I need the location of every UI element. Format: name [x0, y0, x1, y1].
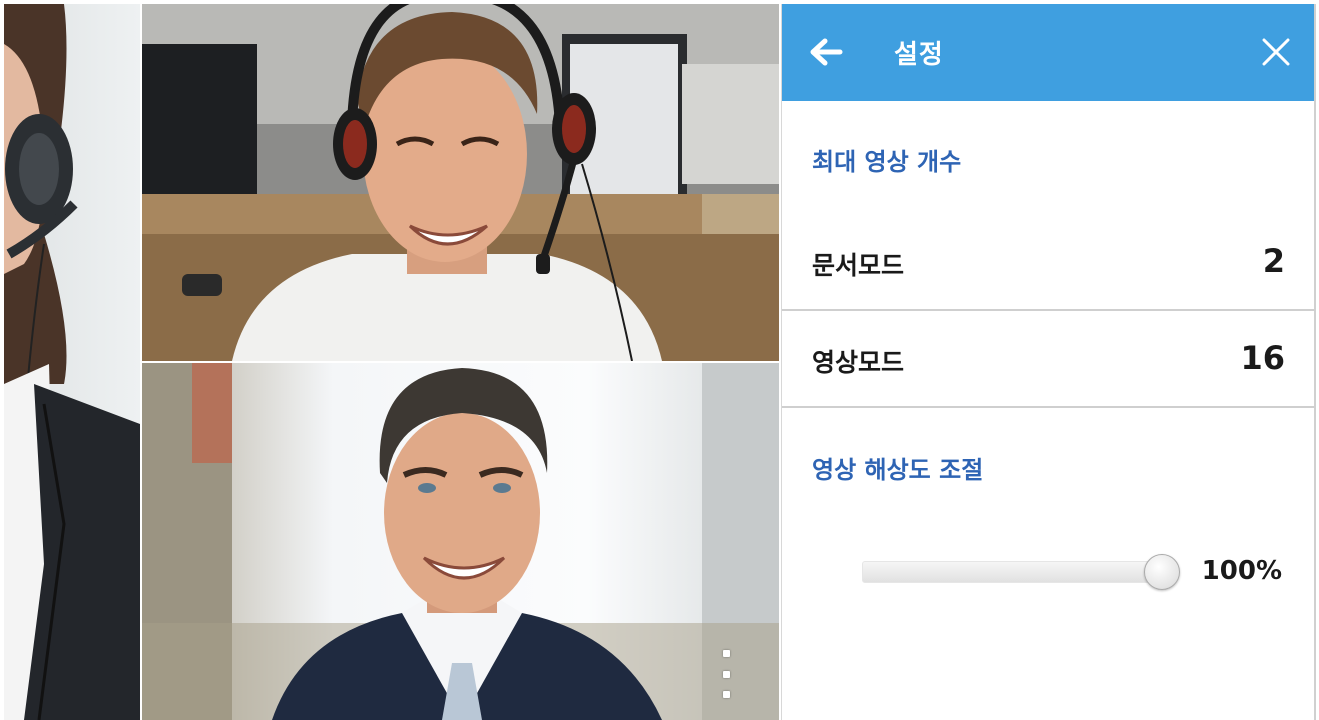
dot — [722, 650, 730, 657]
section-title-resolution: 영상 해상도 조절 — [812, 456, 984, 484]
document-mode-label: 문서모드 — [812, 251, 905, 280]
resolution-percent: 100% — [1201, 556, 1282, 586]
settings-header: 설정 — [782, 4, 1314, 101]
resolution-slider[interactable] — [862, 554, 1180, 590]
video-tile-participant-1[interactable] — [142, 4, 779, 361]
back-button[interactable] — [806, 32, 846, 72]
close-icon — [1262, 38, 1290, 66]
document-mode-row[interactable]: 문서모드 2 — [782, 214, 1315, 311]
document-mode-value: 2 — [1262, 242, 1285, 280]
slider-thumb[interactable] — [1144, 554, 1180, 590]
settings-panel: 설정 최대 영상 개수 문서모드 2 영상모드 16 영상 해상도 조절 100… — [781, 4, 1316, 720]
video-grid — [0, 0, 781, 720]
settings-title: 설정 — [894, 40, 944, 70]
arrow-left-icon — [810, 38, 843, 66]
video-tile-participant-2[interactable] — [142, 363, 779, 720]
dot — [722, 670, 730, 678]
video-mode-value: 16 — [1240, 339, 1285, 377]
dot — [722, 691, 730, 698]
video-mode-row[interactable]: 영상모드 16 — [782, 311, 1315, 408]
video-mode-label: 영상모드 — [812, 348, 905, 377]
section-title-max-videos: 최대 영상 개수 — [812, 148, 962, 176]
close-button[interactable] — [1258, 34, 1294, 70]
video-tile-participant-left[interactable] — [4, 4, 140, 720]
more-options-icon[interactable] — [720, 650, 732, 698]
slider-track[interactable] — [862, 561, 1162, 583]
